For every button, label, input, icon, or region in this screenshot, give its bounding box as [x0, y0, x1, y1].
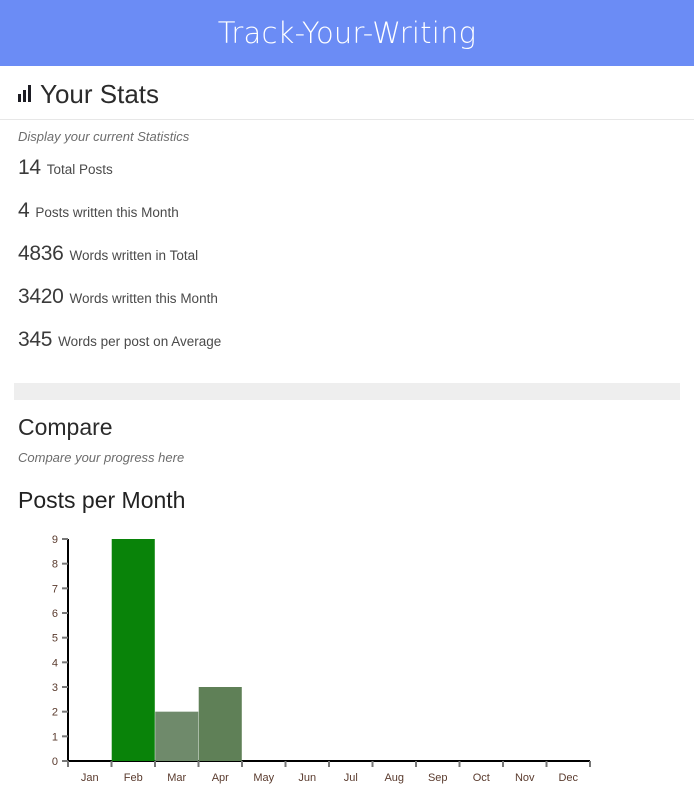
svg-text:2: 2 [52, 706, 58, 718]
stats-section-header: Your Stats [18, 66, 676, 115]
svg-text:May: May [253, 772, 274, 784]
stats-list: 14 Total Posts 4 Posts written this Mont… [18, 144, 676, 371]
stat-item: 4836 Words written in Total [18, 242, 676, 285]
stat-label: Posts written this Month [35, 204, 179, 220]
svg-text:Oct: Oct [473, 772, 490, 784]
stat-item: 345 Words per post on Average [18, 328, 676, 371]
stat-label: Total Posts [46, 161, 113, 177]
stat-item: 14 Total Posts [18, 156, 676, 199]
svg-text:1: 1 [52, 731, 58, 743]
stat-value: 4836 [18, 241, 64, 265]
compare-heading: Compare [18, 413, 113, 440]
svg-text:Nov: Nov [515, 772, 535, 784]
svg-text:Dec: Dec [558, 772, 578, 784]
svg-text:Aug: Aug [384, 772, 404, 784]
stats-body: Display your current Statistics 14 Total… [0, 120, 694, 371]
stat-item: 3420 Words written this Month [18, 285, 676, 328]
bar-chart-icon [18, 84, 31, 102]
svg-text:Jul: Jul [344, 772, 358, 784]
svg-text:Sep: Sep [428, 772, 448, 784]
svg-text:5: 5 [52, 632, 58, 644]
svg-text:7: 7 [52, 583, 58, 595]
stat-value: 14 [18, 155, 41, 179]
svg-text:6: 6 [52, 608, 58, 620]
stat-item: 4 Posts written this Month [18, 199, 676, 242]
bar-chart-svg: 0 1 2 3 4 5 6 7 8 9 Jan Feb Mar Apr May Jun Jul Aug Sep Oct… [52, 534, 591, 784]
svg-text:9: 9 [52, 534, 58, 546]
app-header: Track-Your-Writing [0, 0, 694, 66]
stat-value: 345 [18, 327, 53, 351]
stat-label: Words written this Month [69, 290, 218, 306]
stat-value: 3420 [18, 284, 64, 308]
svg-text:Jan: Jan [81, 772, 99, 784]
svg-text:Apr: Apr [212, 772, 229, 784]
svg-text:Mar: Mar [167, 772, 186, 784]
posts-per-month-chart: 0 1 2 3 4 5 6 7 8 9 Jan Feb Mar Apr May Jun Jul Aug Sep Oct… [18, 533, 676, 803]
stats-panel: Your Stats [0, 66, 694, 115]
svg-text:0: 0 [52, 756, 58, 768]
stat-label: Words per post on Average [58, 333, 222, 349]
stats-subtitle: Display your current Statistics [18, 128, 190, 144]
compare-subtitle: Compare your progress here [18, 450, 185, 466]
stat-label: Words written in Total [69, 247, 199, 263]
section-divider-band [14, 382, 680, 400]
svg-text:4: 4 [52, 657, 58, 669]
svg-text:8: 8 [52, 558, 58, 570]
stats-heading: Your Stats [40, 79, 160, 109]
app-title: Track-Your-Writing [217, 15, 477, 50]
stat-value: 4 [18, 198, 30, 222]
svg-text:Jun: Jun [298, 772, 316, 784]
compare-panel: Compare Compare your progress here Posts… [0, 400, 694, 803]
chart-heading: Posts per Month [18, 487, 186, 514]
svg-text:Feb: Feb [124, 772, 143, 784]
svg-text:3: 3 [52, 682, 58, 694]
